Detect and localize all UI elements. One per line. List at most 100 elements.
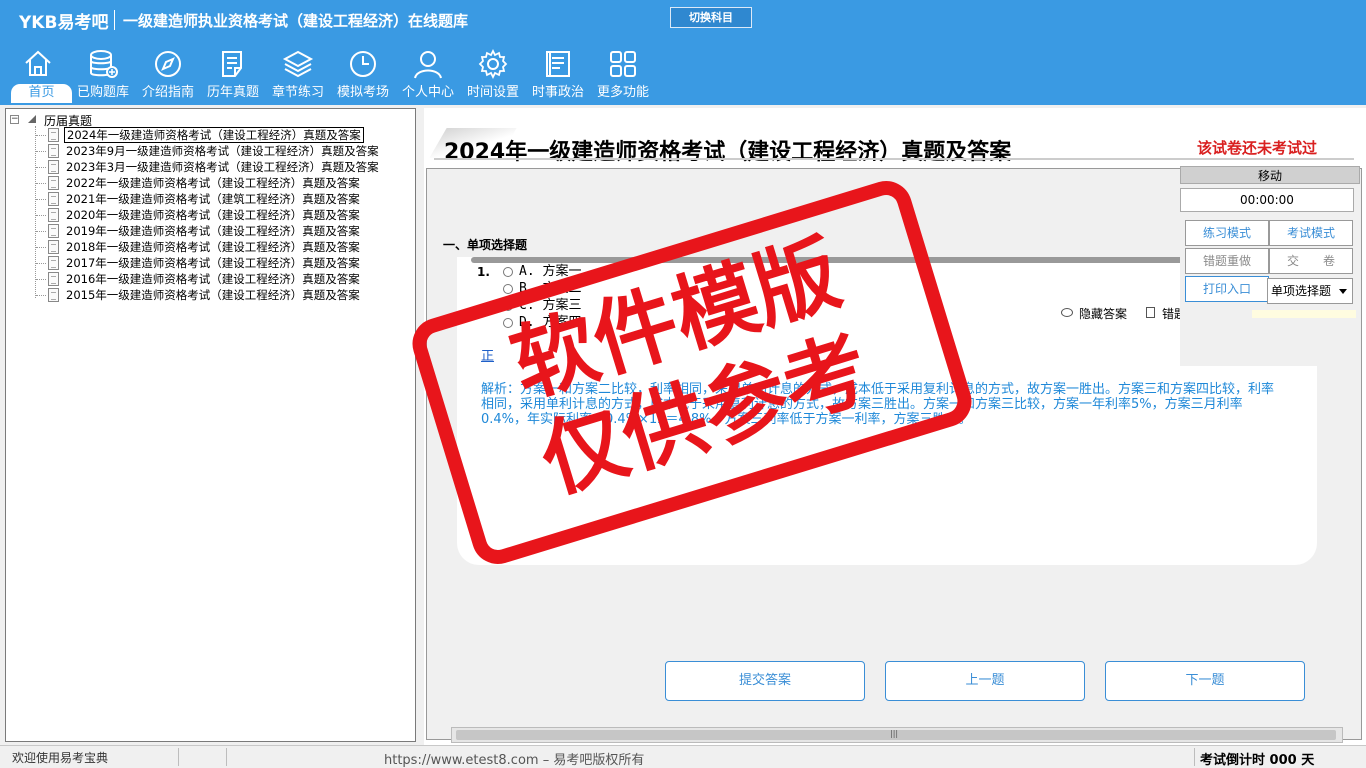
radio-button[interactable] [503, 267, 513, 277]
tree-items: 2024年一级建造师资格考试（建设工程经济）真题及答案 2023年9月一级建造师… [36, 127, 406, 303]
document-list-icon [222, 51, 242, 77]
gear-icon [478, 48, 508, 80]
user-icon [414, 51, 442, 79]
app-title: 一级建造师执业资格考试（建设工程经济）在线题库 [123, 12, 469, 30]
panel-footer [1252, 310, 1356, 318]
title-separator [114, 10, 115, 30]
nav-label: 时间设置 [466, 85, 519, 100]
app-logo: YKB易考吧 [19, 13, 109, 33]
nav-label: 时事政治 [531, 85, 584, 100]
status-divider [1194, 748, 1195, 766]
print-button[interactable]: 打印入口 [1185, 276, 1269, 302]
document-icon [48, 240, 59, 254]
copyright-text: https://www.etest8.com – 易考吧版权所有 [384, 753, 645, 768]
nav-label: 历年真题 [206, 85, 259, 100]
submit-paper-button[interactable]: 交 卷 [1269, 248, 1353, 274]
document-icon [48, 192, 59, 206]
nav-current-affairs[interactable]: 时事政治 [525, 44, 591, 104]
nav-mock-exam[interactable]: 模拟考场 [330, 44, 396, 104]
radio-button[interactable] [503, 284, 513, 294]
exam-control-panel: 移动 00:00:00 练习模式 考试模式 错题重做 交 卷 打印入口 单项选择… [1180, 166, 1360, 366]
paper-tree-panel: − 历届真题 2024年一级建造师资格考试（建设工程经济）真题及答案 2023年… [5, 108, 416, 742]
nav-label: 更多功能 [596, 85, 649, 100]
switch-subject-button[interactable]: 切换科目 [670, 7, 752, 28]
tree-item[interactable]: 2018年一级建造师资格考试（建设工程经济）真题及答案 [36, 239, 406, 255]
nav-label: 首页 [11, 84, 72, 103]
exam-countdown: 考试倒计时 000 天 [1200, 753, 1315, 768]
tree-item[interactable]: 2023年3月一级建造师资格考试（建设工程经济）真题及答案 [36, 159, 406, 175]
tree-item[interactable]: 2017年一级建造师资格考试（建设工程经济）真题及答案 [36, 255, 406, 271]
home-icon [25, 50, 51, 76]
radio-button[interactable] [503, 301, 513, 311]
nav-more[interactable]: 更多功能 [590, 44, 656, 104]
next-question-button[interactable]: 下一题 [1105, 661, 1305, 701]
nav-home[interactable]: 首页 [5, 44, 72, 104]
document-icon [48, 272, 59, 286]
exam-status-text: 该试卷还未考试过 [1197, 139, 1318, 157]
nav-past-papers[interactable]: 历年真题 [200, 44, 266, 104]
document-icon [48, 160, 59, 174]
collapse-icon[interactable]: − [10, 115, 19, 124]
document-icon [48, 208, 59, 222]
tree-item[interactable]: 2019年一级建造师资格考试（建设工程经济）真题及答案 [36, 223, 406, 239]
status-bar: 欢迎使用易考宝典 https://www.etest8.com – 易考吧版权所… [0, 745, 1366, 768]
tree-item[interactable]: 2022年一级建造师资格考试（建设工程经济）真题及答案 [36, 175, 406, 191]
document-icon [48, 256, 59, 270]
eye-icon [1061, 308, 1073, 317]
nav-time-settings[interactable]: 时间设置 [460, 44, 526, 104]
previous-question-button[interactable]: 上一题 [885, 661, 1085, 701]
tree-item[interactable]: 2016年一级建造师资格考试（建设工程经济）真题及答案 [36, 271, 406, 287]
scroll-grip-icon: ||| [890, 729, 899, 738]
answer-explanation: 解析：方案一和方案二比较，利率相同，采用单利计息的方式，成本低于采用复利计息的方… [481, 382, 1275, 427]
nav-guide[interactable]: 介绍指南 [135, 44, 201, 104]
document-icon [48, 144, 59, 158]
database-icon [90, 50, 118, 78]
grid-icon [610, 51, 636, 77]
app-header: YKB易考吧 一级建造师执业资格考试（建设工程经济）在线题库 切换科目 首页 已… [0, 0, 1366, 105]
nav-label: 模拟考场 [336, 85, 389, 100]
tree-item[interactable]: 2015年一级建造师资格考试（建设工程经济）真题及答案 [36, 287, 406, 303]
nav-purchased[interactable]: 已购题库 [70, 44, 136, 104]
paper-title: 2024年一级建造师资格考试（建设工程经济）真题及答案 [444, 140, 1012, 165]
tree-item[interactable]: 2023年9月一级建造师资格考试（建设工程经济）真题及答案 [36, 143, 406, 159]
nav-label: 介绍指南 [141, 85, 194, 100]
welcome-text: 欢迎使用易考宝典 [12, 751, 109, 765]
horizontal-scrollbar[interactable]: ||| [451, 727, 1343, 743]
tree-item[interactable]: 2024年一级建造师资格考试（建设工程经济）真题及答案 [36, 127, 406, 143]
exam-timer: 00:00:00 [1180, 188, 1354, 212]
practice-mode-button[interactable]: 练习模式 [1185, 220, 1269, 246]
question-number: 1. [477, 265, 490, 279]
tree-item[interactable]: 2021年一级建造师资格考试（建筑工程经济）真题及答案 [36, 191, 406, 207]
compass-icon [155, 51, 181, 77]
document-icon [48, 224, 59, 238]
tree-item[interactable]: 2020年一级建造师资格考试（建设工程经济）真题及答案 [36, 207, 406, 223]
exam-mode-button[interactable]: 考试模式 [1269, 220, 1353, 246]
clock-icon [350, 51, 376, 77]
title-underline [434, 158, 1354, 160]
layers-icon [282, 50, 314, 78]
correct-answer-label: 正 [481, 349, 495, 364]
status-divider [178, 748, 179, 766]
nav-label: 个人中心 [401, 85, 454, 100]
document-icon [48, 128, 59, 142]
move-handle[interactable]: 移动 [1180, 166, 1360, 184]
notebook-icon [1146, 307, 1155, 318]
nav-personal[interactable]: 个人中心 [395, 44, 461, 104]
news-icon [546, 51, 570, 77]
question-progress-bar [471, 257, 1241, 263]
question-type-select[interactable]: 单项选择题 [1267, 278, 1353, 304]
section-heading: 一、单项选择题 [443, 238, 528, 252]
question-type-value: 单项选择题 [1271, 284, 1332, 298]
hide-answer-link[interactable]: 隐藏答案 [1079, 305, 1127, 322]
submit-answer-button[interactable]: 提交答案 [665, 661, 865, 701]
status-divider [226, 748, 227, 766]
document-icon [48, 288, 59, 302]
nav-chapter[interactable]: 章节练习 [265, 44, 331, 104]
nav-label: 章节练习 [271, 85, 324, 100]
nav-label: 已购题库 [76, 85, 129, 100]
radio-button[interactable] [503, 318, 513, 328]
title-row: YKB易考吧 一级建造师执业资格考试（建设工程经济）在线题库 切换科目 [0, 0, 1366, 38]
document-icon [48, 176, 59, 190]
redo-wrong-button[interactable]: 错题重做 [1185, 248, 1269, 274]
question-panel: 2024年一级建造师资格考试（建设工程经济）真题及答案 该试卷还未考试过 一、单… [424, 108, 1366, 745]
